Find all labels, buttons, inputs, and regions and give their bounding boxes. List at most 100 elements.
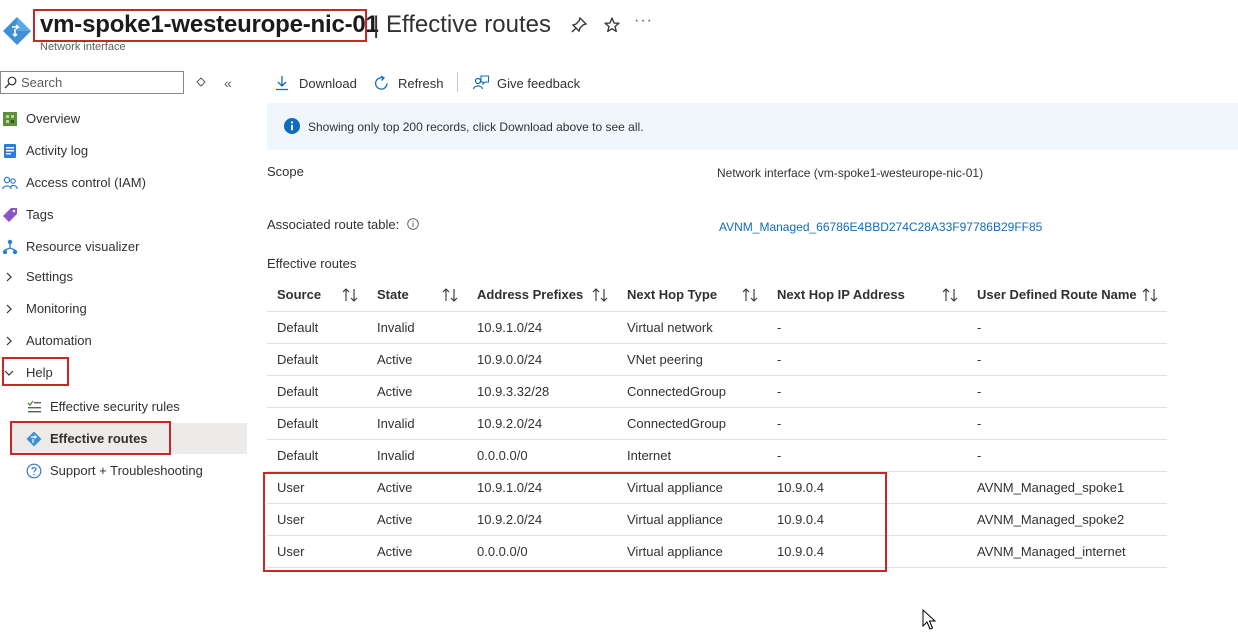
sort-icon[interactable]	[591, 287, 609, 303]
resource-name: vm-spoke1-westeurope-nic-01	[40, 11, 379, 38]
cell-state: Invalid	[377, 320, 415, 335]
sidebar-item-automation[interactable]: Automation	[0, 326, 247, 356]
table-row: Default Invalid 0.0.0.0/0 Internet - -	[267, 439, 1167, 472]
column-header-next-hop-ip[interactable]: Next Hop IP Address	[777, 287, 905, 302]
table-header-row: Source State Address Prefixes Next Hop T…	[267, 279, 1167, 312]
page-title: Effective routes	[386, 11, 551, 38]
cell-source: Default	[277, 352, 319, 367]
more-options-icon[interactable]: ···	[634, 12, 653, 30]
cell-next-hop-type: VNet peering	[627, 352, 703, 367]
table-row: Default Active 10.9.3.32/28 ConnectedGro…	[267, 375, 1167, 408]
sort-icon[interactable]	[441, 287, 459, 303]
mouse-cursor-icon	[922, 609, 936, 630]
cell-address-prefix: 10.9.0.0/24	[477, 352, 543, 367]
sidebar-item-effective-security-rules[interactable]: Effective security rules	[0, 392, 247, 422]
cell-udr-name: -	[977, 352, 982, 367]
cell-next-hop-ip: -	[777, 416, 782, 431]
network-interface-icon	[3, 17, 31, 45]
cell-source: Default	[277, 448, 319, 463]
cell-address-prefix: 10.9.1.0/24	[477, 320, 543, 335]
cell-address-prefix: 10.9.2.0/24	[477, 416, 543, 431]
column-header-udr-name[interactable]: User Defined Route Name	[977, 287, 1137, 302]
sidebar-item-label: Overview	[26, 111, 81, 126]
give-feedback-button[interactable]: Give feedback	[472, 72, 580, 94]
table-row: Default Invalid 10.9.1.0/24 Virtual netw…	[267, 311, 1167, 344]
cell-udr-name: -	[977, 416, 982, 431]
sort-icon[interactable]	[741, 287, 759, 303]
cell-source: Default	[277, 384, 319, 399]
chevron-right-icon	[6, 336, 12, 346]
refresh-button[interactable]: Refresh	[373, 72, 444, 94]
activity-log-icon	[4, 144, 16, 158]
cell-udr-name: AVNM_Managed_spoke2	[977, 512, 1125, 527]
sidebar-item-resource-visualizer[interactable]: Resource visualizer	[0, 232, 247, 262]
cell-source: Default	[277, 320, 319, 335]
route-table-link[interactable]: AVNM_Managed_66786E4BBD274C28A33F97786B2…	[719, 220, 1042, 234]
info-tooltip-icon[interactable]	[407, 218, 419, 230]
cell-next-hop-ip: -	[777, 352, 782, 367]
column-header-source[interactable]: Source	[277, 287, 321, 302]
sort-icon[interactable]	[941, 287, 959, 303]
cell-next-hop-type: ConnectedGroup	[627, 384, 727, 399]
refresh-icon	[374, 74, 388, 90]
sidebar-item-label: Access control (IAM)	[26, 175, 146, 190]
resource-type: Network interface	[40, 41, 126, 53]
route-table-label: Associated route table:	[267, 217, 400, 232]
help-highlight-box	[2, 357, 69, 386]
sidebar-item-label: Resource visualizer	[26, 239, 140, 254]
chevron-right-icon	[6, 272, 12, 282]
cell-udr-name: AVNM_Managed_internet	[977, 544, 1126, 559]
sort-icon[interactable]	[341, 287, 359, 303]
cell-next-hop-ip: -	[777, 448, 782, 463]
sidebar-item-label: Tags	[26, 207, 54, 222]
effective-routes-highlight-box	[10, 421, 171, 455]
pin-icon[interactable]	[570, 16, 588, 34]
sidebar-item-overview[interactable]: Overview	[0, 104, 247, 134]
security-rules-icon	[27, 400, 41, 413]
info-banner-text: Showing only top 200 records, click Down…	[308, 120, 644, 134]
effective-routes-section-title: Effective routes	[267, 256, 357, 271]
cell-udr-name: -	[977, 384, 982, 399]
download-button[interactable]: Download	[274, 72, 357, 94]
filter-icon[interactable]	[196, 77, 206, 87]
cell-next-hop-ip: -	[777, 320, 782, 335]
cell-address-prefix: 10.9.3.32/28	[477, 384, 550, 399]
cell-udr-name: -	[977, 320, 982, 335]
search-box[interactable]	[0, 71, 184, 94]
cell-state: Invalid	[377, 448, 415, 463]
people-icon	[2, 176, 18, 190]
user-routes-highlight-box	[263, 472, 887, 572]
feedback-icon	[472, 75, 490, 90]
cell-next-hop-ip: -	[777, 384, 782, 399]
column-header-address-prefixes[interactable]: Address Prefixes	[477, 287, 583, 302]
table-row: Default Invalid 10.9.2.0/24 ConnectedGro…	[267, 407, 1167, 440]
info-icon	[284, 118, 300, 134]
search-icon	[4, 76, 17, 89]
scope-value: Network interface (vm-spoke1-westeurope-…	[717, 166, 984, 180]
collapse-sidebar-icon[interactable]: «	[224, 75, 232, 91]
sidebar-item-monitoring[interactable]: Monitoring	[0, 294, 247, 324]
cell-address-prefix: 0.0.0.0/0	[477, 448, 528, 463]
star-icon[interactable]	[603, 16, 621, 34]
column-header-next-hop-type[interactable]: Next Hop Type	[627, 287, 717, 302]
sidebar-item-activity-log[interactable]: Activity log	[0, 136, 247, 166]
sidebar-item-access-control[interactable]: Access control (IAM)	[0, 168, 247, 198]
toolbar-divider	[457, 72, 458, 92]
title-separator: |	[373, 12, 380, 39]
sidebar-item-support-troubleshooting[interactable]: Support + Troubleshooting	[0, 456, 247, 486]
sidebar-item-label: Effective security rules	[50, 399, 180, 414]
overview-icon	[3, 112, 17, 126]
search-input[interactable]	[21, 72, 179, 93]
sidebar-item-label: Support + Troubleshooting	[50, 463, 203, 478]
resource-visualizer-icon	[2, 239, 18, 255]
sidebar-item-label: Settings	[26, 269, 73, 284]
cell-udr-name: AVNM_Managed_spoke1	[977, 480, 1125, 495]
sort-icon[interactable]	[1141, 287, 1159, 303]
sidebar-item-settings[interactable]: Settings	[0, 262, 247, 292]
scope-label: Scope	[267, 164, 304, 179]
cell-next-hop-type: ConnectedGroup	[627, 416, 727, 431]
tag-icon	[3, 208, 17, 222]
cell-state: Active	[377, 352, 413, 367]
column-header-state[interactable]: State	[377, 287, 409, 302]
sidebar-item-tags[interactable]: Tags	[0, 200, 247, 230]
